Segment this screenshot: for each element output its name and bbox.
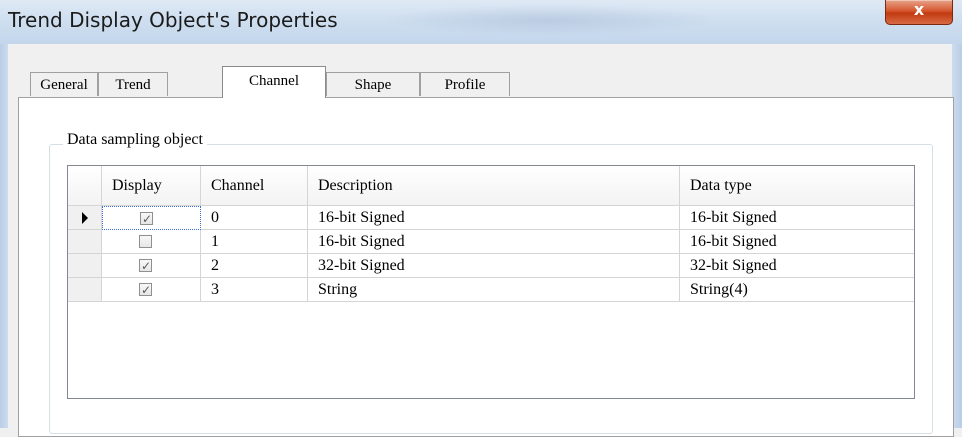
title-bar: Trend Display Object's Properties x <box>0 0 962 44</box>
channel-cell[interactable]: 3 <box>201 278 308 302</box>
title-bar-glass <box>380 4 720 36</box>
channel-cell[interactable]: 2 <box>201 254 308 278</box>
description-cell[interactable]: 16-bit Signed <box>308 230 680 254</box>
check-icon: ✓ <box>142 212 153 226</box>
display-checkbox-cell[interactable]: ✓ <box>102 278 201 302</box>
column-header-label: Data type <box>690 177 752 194</box>
display-checkbox[interactable]: ✓ <box>140 212 153 226</box>
data-type-cell[interactable]: 32-bit Signed <box>680 254 914 278</box>
check-icon: ✓ <box>141 283 152 297</box>
tab-shape[interactable]: Shape <box>326 72 420 96</box>
description-cell[interactable]: 16-bit Signed <box>308 206 680 230</box>
data-type-cell[interactable]: 16-bit Signed <box>680 230 914 254</box>
display-checkbox[interactable]: ✓ <box>139 283 152 297</box>
tab-label: General <box>40 77 88 93</box>
display-checkbox-cell[interactable] <box>102 230 201 254</box>
tab-label: Profile <box>444 77 486 93</box>
triangle-right-icon <box>82 212 88 224</box>
tab-profile[interactable]: Profile <box>420 72 510 96</box>
description-cell[interactable]: String <box>308 278 680 302</box>
row-header[interactable] <box>68 230 102 254</box>
display-checkbox-cell[interactable]: ✓ <box>102 254 201 278</box>
grid-corner-header <box>68 166 102 206</box>
window-title: Trend Display Object's Properties <box>8 8 338 32</box>
display-checkbox[interactable] <box>139 235 152 248</box>
data-type-cell[interactable]: 16-bit Signed <box>680 206 914 230</box>
channel-grid[interactable]: Display Channel Description Data type ✓ … <box>67 165 915 399</box>
groupbox-label: Data sampling object <box>63 131 207 149</box>
close-button[interactable]: x <box>885 0 953 25</box>
display-checkbox-cell[interactable]: ✓ <box>102 206 201 230</box>
description-cell[interactable]: 32-bit Signed <box>308 254 680 278</box>
tab-label: Channel <box>249 73 299 89</box>
tab-label: Shape <box>354 77 392 93</box>
channel-cell[interactable]: 0 <box>201 206 308 230</box>
tab-channel[interactable]: Channel <box>222 66 326 98</box>
channel-cell[interactable]: 1 <box>201 230 308 254</box>
display-checkbox[interactable]: ✓ <box>139 259 152 273</box>
tab-general[interactable]: General <box>30 72 98 96</box>
tab-trend[interactable]: Trend <box>98 72 168 96</box>
row-header[interactable] <box>68 254 102 278</box>
column-header-display[interactable]: Display <box>102 166 201 206</box>
column-header-channel[interactable]: Channel <box>201 166 308 206</box>
column-header-description[interactable]: Description <box>308 166 680 206</box>
check-icon: ✓ <box>141 259 152 273</box>
data-type-cell[interactable]: String(4) <box>680 278 914 302</box>
tab-label: Trend <box>115 77 151 93</box>
column-header-label: Display <box>112 177 162 194</box>
column-header-label: Channel <box>211 177 265 194</box>
close-icon: x <box>913 0 925 19</box>
window-frame-left <box>0 44 8 428</box>
column-header-label: Description <box>318 177 393 194</box>
row-header[interactable] <box>68 206 102 230</box>
row-header[interactable] <box>68 278 102 302</box>
column-header-data-type[interactable]: Data type <box>680 166 914 206</box>
